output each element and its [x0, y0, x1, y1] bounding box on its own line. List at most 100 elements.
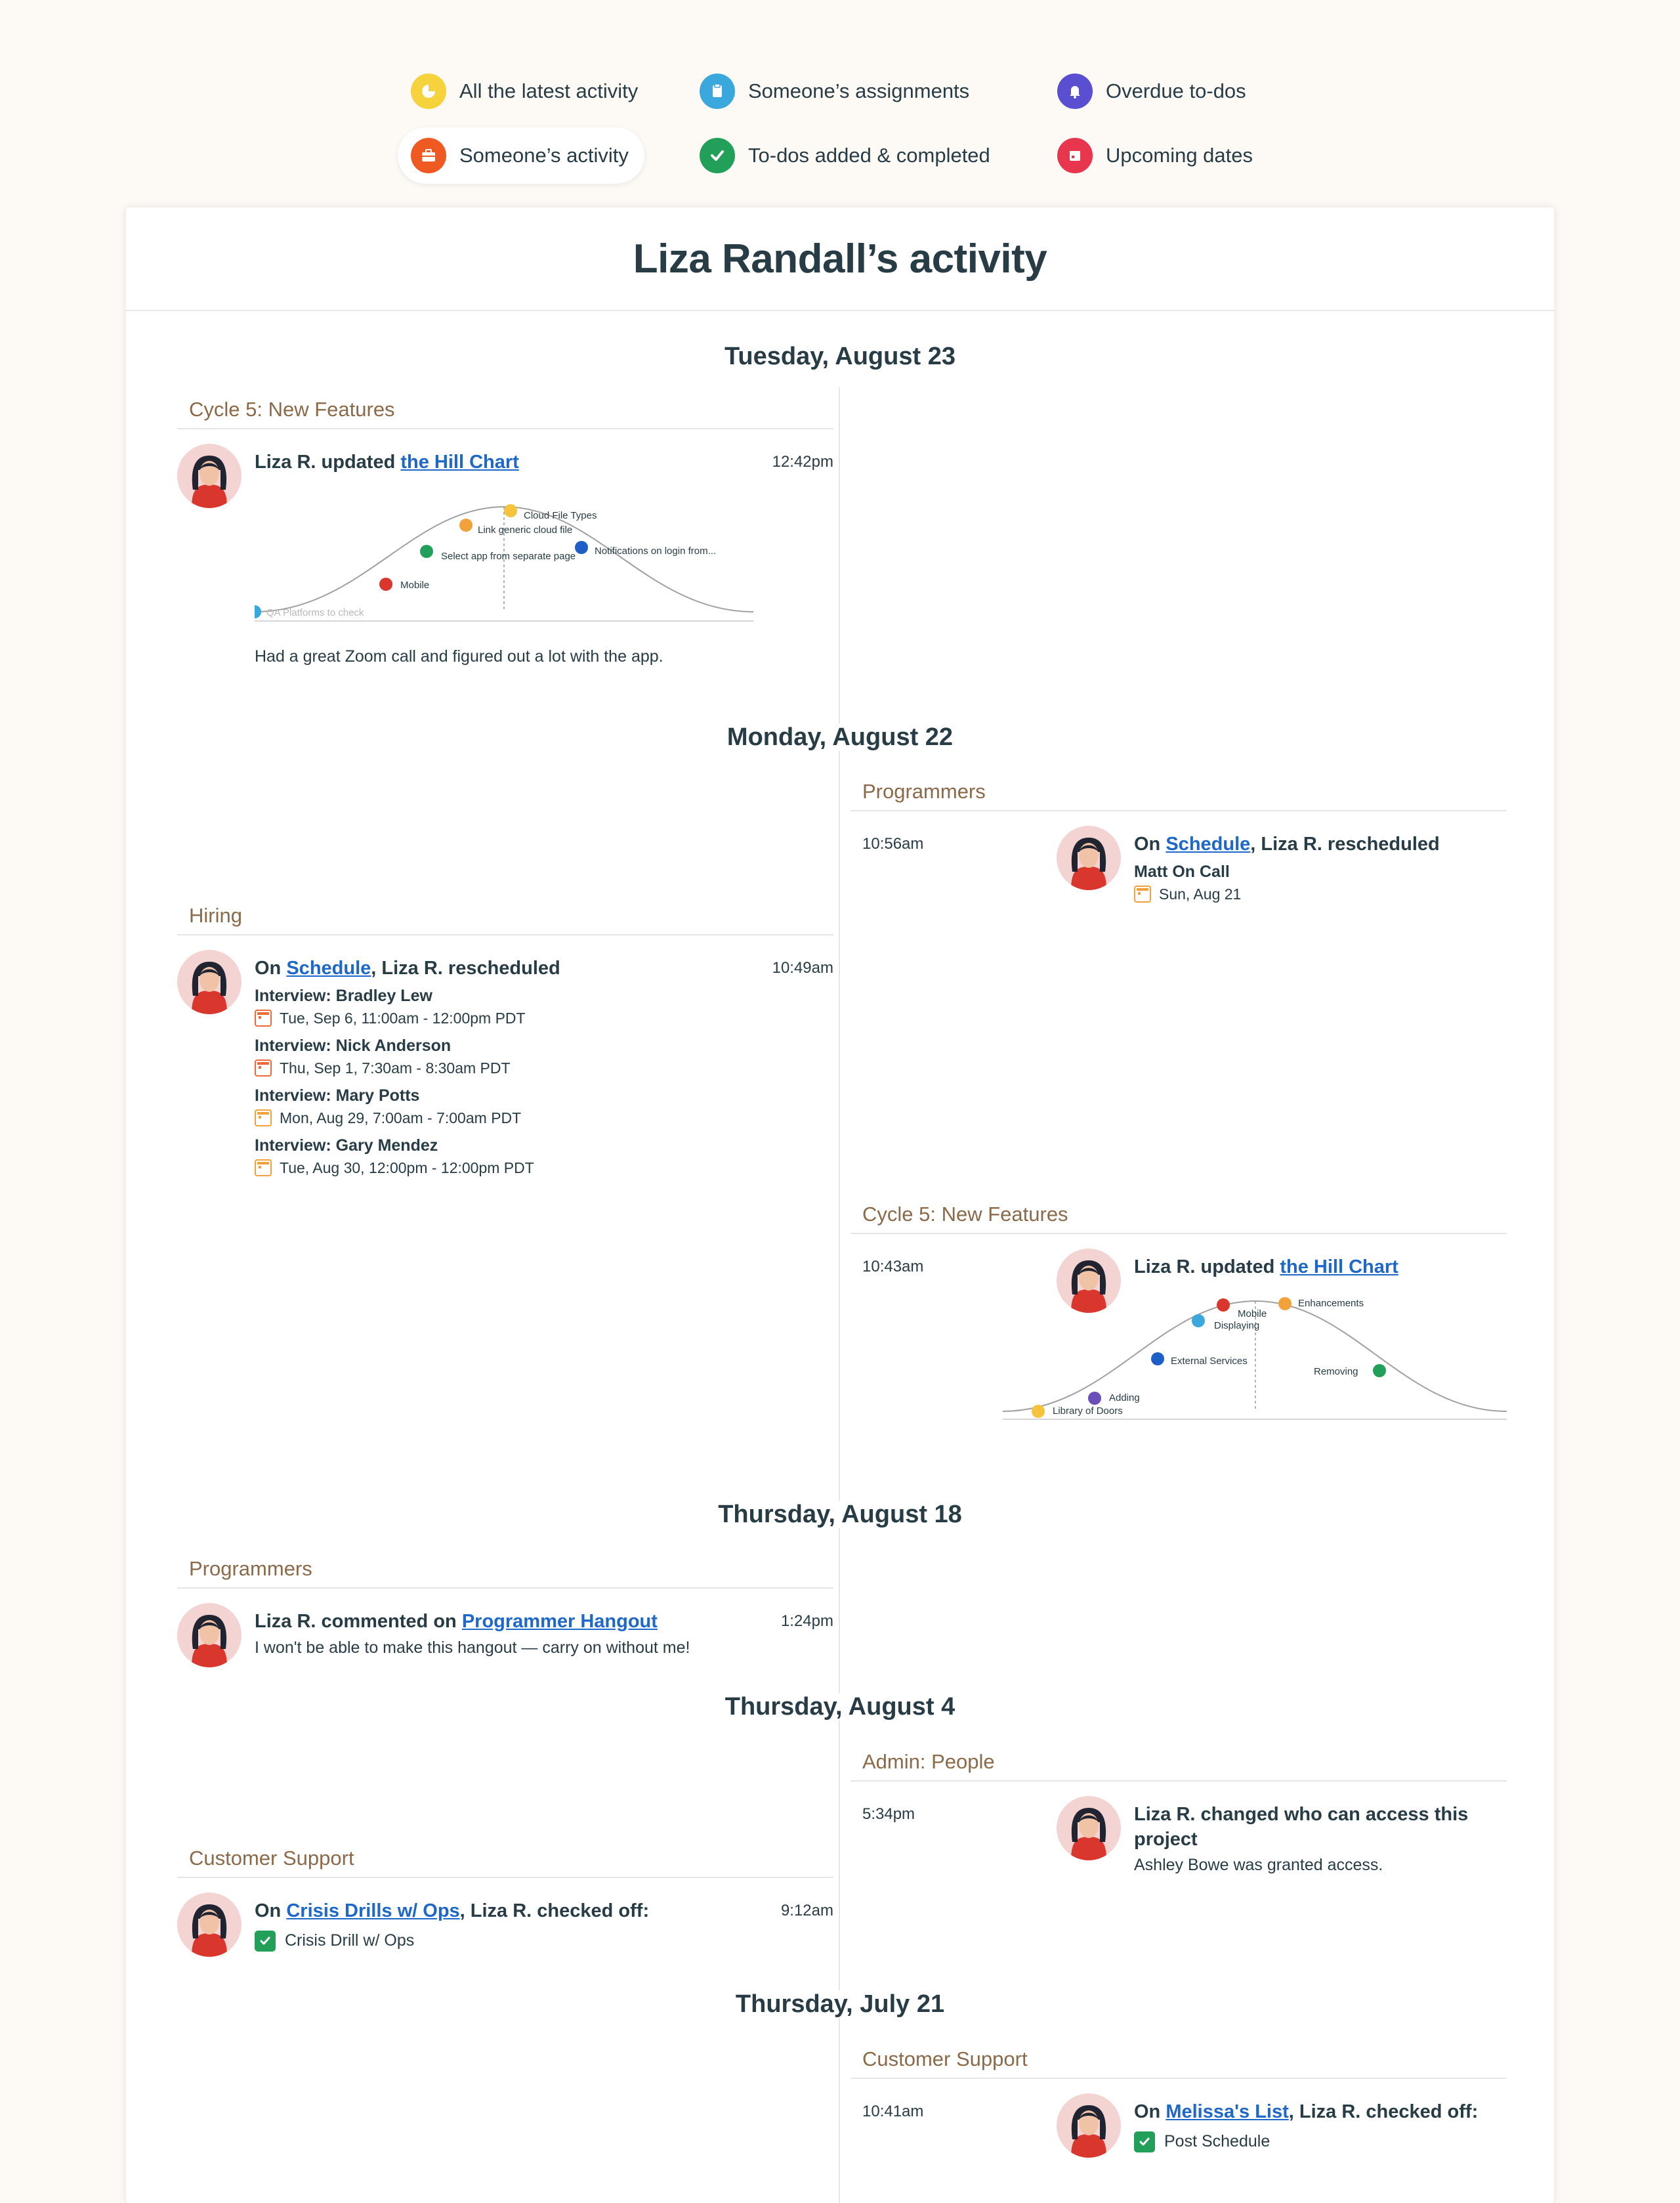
calendar-icon	[255, 1159, 272, 1177]
calendar-icon	[1057, 138, 1093, 173]
hill-label: Removing	[1314, 1366, 1358, 1377]
activity-headline: On Schedule, Liza R. rescheduled	[1134, 834, 1440, 855]
activity-headline: Liza R. updated the Hill Chart	[1134, 1256, 1398, 1277]
avatar[interactable]	[1057, 1796, 1121, 1860]
clipboard-icon	[700, 74, 735, 109]
hill-label: QA Platforms to check	[266, 607, 364, 618]
hill-dot[interactable]	[1373, 1363, 1386, 1377]
hill-dot[interactable]	[575, 540, 588, 554]
filter-label: To-dos added & completed	[748, 144, 990, 167]
activity-card: Liza Randall’s activity Tuesday, August …	[126, 207, 1554, 2203]
timestamp: 10:41am	[862, 2103, 924, 2120]
hill-dot[interactable]	[1151, 1352, 1164, 1365]
completed-todo[interactable]: Post Schedule	[1134, 2131, 1507, 2152]
hill-chart-link[interactable]: the Hill Chart	[1280, 1256, 1398, 1277]
todolist-link[interactable]: Melissa's List	[1166, 2101, 1288, 2122]
schedule-link[interactable]: Schedule	[286, 958, 371, 979]
hill-dot[interactable]	[379, 577, 392, 591]
filter-assignments[interactable]: Someone’s assignments	[686, 63, 985, 119]
timeline-divider	[839, 387, 840, 2203]
avatar[interactable]	[1057, 2093, 1121, 2158]
calendar-icon	[255, 1059, 272, 1077]
filter-label: Someone’s assignments	[748, 79, 970, 102]
activity-filters: All the latest activity Someone’s assign…	[398, 63, 1316, 194]
calendar-icon	[1134, 886, 1151, 903]
activity-entry: Hiring 10:49am On Schedule, Liza R. resc…	[177, 904, 833, 1177]
comment-text: I won't be able to make this hangout — c…	[255, 1638, 690, 1657]
filter-latest-activity[interactable]: All the latest activity	[398, 63, 654, 119]
filter-upcoming-dates[interactable]: Upcoming dates	[1044, 127, 1269, 184]
hill-label: Displaying	[1214, 1320, 1259, 1331]
hill-chart-link[interactable]: the Hill Chart	[400, 452, 518, 473]
project-name[interactable]: Cycle 5: New Features	[850, 1203, 1507, 1234]
activity-entry: Cycle 5: New Features 12:42pm Liza R. up…	[177, 398, 833, 666]
event-name[interactable]: Interview: Bradley Lew	[255, 987, 833, 1006]
hill-label: Adding	[1109, 1392, 1140, 1403]
project-name[interactable]: Customer Support	[850, 2047, 1507, 2079]
project-name[interactable]: Programmers	[177, 1557, 833, 1589]
hill-dot[interactable]	[1192, 1314, 1205, 1327]
hill-dot[interactable]	[459, 518, 472, 532]
hill-label: External Services	[1171, 1356, 1248, 1367]
filter-someones-activity[interactable]: Someone’s activity	[398, 127, 644, 184]
hill-dot[interactable]	[1278, 1296, 1292, 1310]
avatar[interactable]	[177, 950, 242, 1014]
date-heading: Thursday, August 4	[126, 1693, 1554, 1721]
hill-chart[interactable]: QA Platforms to check Mobile Select app …	[255, 481, 766, 631]
project-name[interactable]: Admin: People	[850, 1750, 1507, 1782]
checkmark-icon	[700, 138, 735, 173]
avatar[interactable]	[177, 1603, 242, 1667]
date-heading: Tuesday, August 23	[126, 343, 1554, 371]
event-name[interactable]: Interview: Gary Mendez	[255, 1136, 833, 1155]
event-name[interactable]: Matt On Call	[1134, 863, 1507, 882]
avatar[interactable]	[1057, 826, 1121, 890]
filter-label: Upcoming dates	[1106, 144, 1253, 167]
todolist-link[interactable]: Crisis Drills w/ Ops	[286, 1900, 459, 1921]
completed-todo[interactable]: Crisis Drill w/ Ops	[255, 1930, 833, 1952]
activity-headline: Liza R. updated the Hill Chart	[255, 452, 519, 473]
hill-dot[interactable]	[504, 503, 517, 517]
checkbox-checked-icon	[1134, 2131, 1155, 2152]
activity-headline: On Melissa's List, Liza R. checked off:	[1134, 2101, 1479, 2122]
event-name[interactable]: Interview: Nick Anderson	[255, 1037, 833, 1056]
activity-entry: Admin: People 5:34pm Liza R. changed who…	[850, 1750, 1507, 1875]
filter-label: All the latest activity	[459, 79, 639, 102]
clock-icon	[411, 74, 446, 109]
activity-entry: Cycle 5: New Features 10:43am Liza R. up…	[850, 1203, 1507, 1427]
comment-link[interactable]: Programmer Hangout	[462, 1611, 658, 1632]
event-date: Sun, Aug 21	[1134, 886, 1507, 903]
hill-label: Mobile	[400, 580, 429, 591]
filter-label: Overdue to-dos	[1106, 79, 1246, 102]
project-name[interactable]: Cycle 5: New Features	[177, 398, 833, 429]
schedule-link[interactable]: Schedule	[1166, 834, 1250, 855]
filter-todos-added-completed[interactable]: To-dos added & completed	[686, 127, 1006, 184]
avatar[interactable]	[177, 1893, 242, 1957]
card-header: Liza Randall’s activity	[126, 207, 1554, 311]
hill-dot[interactable]	[1217, 1298, 1230, 1312]
date-heading: Monday, August 22	[126, 723, 1554, 752]
hill-dot[interactable]	[1032, 1404, 1045, 1418]
activity-entry: Customer Support 9:12am On Crisis Drills…	[177, 1847, 833, 1957]
event-name[interactable]: Interview: Mary Potts	[255, 1086, 833, 1105]
hill-label: Cloud File Types	[524, 510, 597, 521]
activity-entry: Programmers 10:56am On Schedule, Liza R.…	[850, 780, 1507, 903]
event-date: Tue, Aug 30, 12:00pm - 12:00pm PDT	[255, 1159, 833, 1177]
project-name[interactable]: Customer Support	[177, 1847, 833, 1878]
activity-entry: Customer Support 10:41am On Melissa's Li…	[850, 2047, 1507, 2158]
avatar[interactable]	[177, 444, 242, 508]
hill-dot[interactable]	[255, 605, 261, 618]
project-name[interactable]: Programmers	[850, 780, 1507, 811]
hill-dot[interactable]	[420, 544, 433, 558]
bell-icon	[1057, 74, 1093, 109]
hill-label: Select app from separate page	[441, 551, 576, 562]
activity-headline: On Crisis Drills w/ Ops, Liza R. checked…	[255, 1900, 650, 1921]
timestamp: 5:34pm	[862, 1805, 915, 1823]
hill-label: Notifications on login from...	[595, 545, 716, 557]
activity-headline[interactable]: Liza R. changed who can access this proj…	[1134, 1796, 1507, 1852]
avatar[interactable]	[1057, 1249, 1121, 1313]
hill-dot[interactable]	[1088, 1391, 1101, 1405]
filter-overdue-todos[interactable]: Overdue to-dos	[1044, 63, 1262, 119]
project-name[interactable]: Hiring	[177, 904, 833, 935]
page-title: Liza Randall’s activity	[633, 236, 1047, 282]
hill-label: Link generic cloud file	[478, 524, 572, 536]
